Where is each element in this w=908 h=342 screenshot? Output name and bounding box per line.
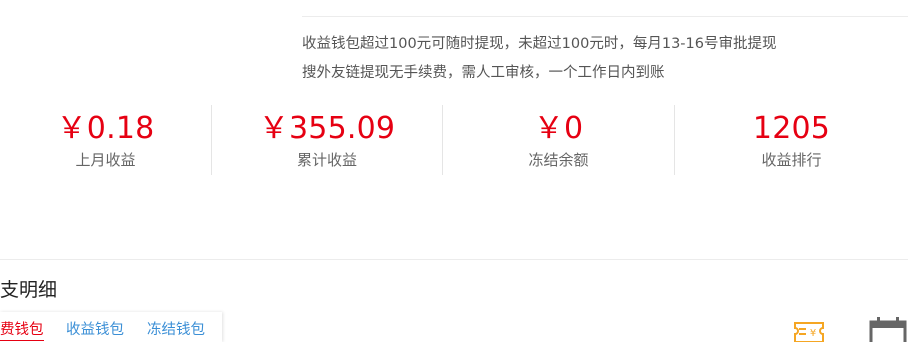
stat-label: 冻结余额 [528,151,589,169]
page: 收益钱包超过100元可随时提现，未超过100元时，每月13-16号审批提现 搜外… [0,0,908,342]
stat-total-income: ￥355.09 累计收益 [212,105,442,175]
svg-text:¥: ¥ [810,328,816,339]
stat-label: 累计收益 [296,151,357,169]
withdraw-notice: 收益钱包超过100元可随时提现，未超过100元时，每月13-16号审批提现 搜外… [302,30,908,88]
notice-line-1: 收益钱包超过100元可随时提现，未超过100元时，每月13-16号审批提现 [302,36,777,52]
calendar-icon[interactable] [868,316,908,342]
stat-value: ￥0.18 [56,111,155,146]
top-divider [302,16,908,17]
stats-bar: ￥0.18 上月收益 ￥355.09 累计收益 ￥0 冻结余额 1205 收益排… [0,105,908,175]
stat-income-ranking[interactable]: 1205 收益排行 [675,105,908,175]
bill-icon[interactable]: ¥ [794,320,824,342]
wallet-tabs: 费钱包 收益钱包 冻结钱包 [0,312,222,342]
section-title: 支明细 [0,279,58,301]
stat-frozen-balance: ￥0 冻结余额 [443,105,674,175]
stat-value: ￥0 [533,111,584,146]
stat-last-month-income: ￥0.18 上月收益 [0,105,211,175]
stat-value: 1205 [752,111,831,146]
stat-value: ￥355.09 [258,111,396,146]
stat-label: 上月收益 [75,151,136,169]
tab-fee-wallet[interactable]: 费钱包 [0,320,44,341]
tab-frozen-wallet[interactable]: 冻结钱包 [147,320,205,340]
section-divider [0,259,908,260]
notice-line-2: 搜外友链提现无手续费，需人工审核，一个工作日内到账 [302,65,665,81]
tab-income-wallet[interactable]: 收益钱包 [66,320,124,340]
stat-label: 收益排行 [761,151,822,169]
